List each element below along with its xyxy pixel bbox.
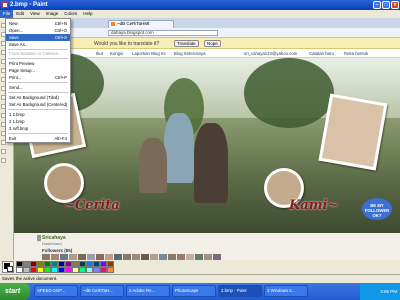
color-swatch[interactable] — [44, 267, 51, 273]
ellipse-tool-icon[interactable] — [1, 149, 6, 154]
menu-item-save[interactable]: Save Ctrl+S — [6, 34, 70, 41]
browser-tab-title: ~dB CeRiTaHMt — [117, 21, 150, 26]
menu-item-from-scanner[interactable]: From Scanner or Camera... — [6, 50, 70, 57]
menu-item-send[interactable]: Send... — [6, 84, 70, 91]
color-swatch[interactable] — [16, 267, 23, 273]
navbar-link: Laporkan Blog Ini — [132, 51, 166, 56]
menu-edit[interactable]: Edit — [13, 10, 27, 18]
taskbar-item[interactable]: 2 Adobe Re... — [126, 285, 170, 297]
rounded-rect-tool-icon[interactable] — [1, 158, 6, 163]
taskbar-item[interactable]: 3 Windows E... — [264, 285, 308, 297]
taskbar-item[interactable]: SPEED-SGP... — [34, 285, 78, 297]
drawing-canvas[interactable]: ~dB CeRiTaHMt dahaya.blogspot.com Would … — [14, 18, 400, 260]
avatar — [37, 235, 41, 241]
current-colors[interactable] — [2, 261, 14, 273]
navbar-link: Reka bentuk — [344, 51, 369, 56]
window-title: 2.bmp - Paint — [10, 2, 48, 8]
menu-item-recent-1[interactable]: 1 2.bmp — [6, 111, 70, 118]
browser-url: dahaya.blogspot.com — [108, 30, 218, 36]
clock: 3:05 PM — [380, 289, 397, 294]
menu-item-print-preview[interactable]: Print Preview — [6, 60, 70, 67]
author-sub: Dashboard — [42, 241, 62, 246]
navbar-link: Blog Seterusnya — [174, 51, 206, 56]
woman-figure — [164, 113, 194, 183]
followers-widget: Sricahaya Dashboard Followers (85) — [14, 233, 400, 260]
menu-help[interactable]: Help — [80, 10, 95, 18]
cerita-title: ~Cerita — [64, 198, 120, 213]
browser-address-bar: dahaya.blogspot.com — [14, 28, 400, 38]
color-swatch[interactable] — [93, 267, 100, 273]
color-swatch[interactable] — [37, 267, 44, 273]
menu-file[interactable]: File — [0, 10, 14, 18]
color-swatch[interactable] — [72, 267, 79, 273]
color-swatch[interactable] — [65, 267, 72, 273]
minimize-button[interactable]: – — [373, 1, 381, 9]
color-swatch[interactable] — [79, 267, 86, 273]
menu-item-recent-2[interactable]: 2 1.bmp — [6, 118, 70, 125]
taskbar-item-active[interactable]: 2.bmp - Paint — [218, 285, 262, 297]
translate-button: Translate — [174, 40, 199, 47]
man-figure — [194, 123, 228, 203]
translate-question: Would you like to translate it? — [94, 41, 160, 47]
status-text: Saves the active document. — [2, 276, 58, 281]
color-swatch[interactable] — [23, 267, 30, 273]
color-swatch[interactable] — [100, 267, 107, 273]
file-menu-dropdown: New Ctrl+N Open... Ctrl+O Save Ctrl+S Save … — [5, 18, 71, 143]
followers-title: Followers (85) — [42, 248, 73, 253]
menu-item-open[interactable]: Open... Ctrl+O — [6, 27, 70, 34]
maximize-button[interactable]: □ — [382, 1, 390, 9]
taskbar-item[interactable]: PhotoScape — [172, 285, 216, 297]
color-swatches — [16, 261, 116, 273]
menubar: File Edit View Image Colors Help — [0, 10, 400, 18]
color-swatch[interactable] — [58, 267, 65, 273]
menu-image[interactable]: Image — [43, 10, 62, 18]
navbar-link: tkut — [96, 51, 103, 56]
blogger-favicon-icon — [111, 22, 115, 26]
status-bar: Saves the active document. — [0, 274, 400, 283]
taskbar: start SPEED-SGP... ~dB CeRiTaH... 2 Adob… — [0, 283, 400, 300]
menu-item-exit[interactable]: Exit Alt+F4 — [6, 135, 70, 142]
round-photo-left — [44, 163, 84, 203]
color-swatch[interactable] — [86, 267, 93, 273]
bag-figure — [139, 138, 167, 193]
color-swatch[interactable] — [51, 267, 58, 273]
menu-item-bg-tiled[interactable]: Set As Background (Tiled) — [6, 94, 70, 101]
kami-title: Kami~ — [289, 198, 339, 213]
system-tray: 3:05 PM — [360, 283, 400, 300]
menu-item-recent-3[interactable]: 3 ruff.bmp — [6, 125, 70, 132]
window-titlebar: 2.bmp - Paint – □ × — [0, 0, 400, 10]
color-swatch[interactable] — [30, 267, 37, 273]
blog-header-photo: ~Cerita Kami~ BE MY FOLLOWER OK? — [14, 53, 400, 233]
background-color — [7, 266, 13, 272]
start-button[interactable]: start — [0, 283, 30, 300]
browser-tabstrip: ~dB CeRiTaHMt — [14, 18, 400, 28]
color-swatch[interactable] — [107, 267, 114, 273]
navbar-link: sri_cahaya123@yahoo.com — [244, 51, 298, 56]
canvas-image-browser: ~dB CeRiTaHMt dahaya.blogspot.com Would … — [14, 18, 400, 260]
menu-item-print[interactable]: Print... Ctrl+P — [6, 74, 70, 81]
menu-view[interactable]: View — [27, 10, 43, 18]
browser-tab: ~dB CeRiTaHMt — [108, 20, 174, 28]
nope-button: Nope — [204, 40, 221, 47]
taskbar-item[interactable]: ~dB CeRiTaH... — [80, 285, 124, 297]
menu-colors[interactable]: Colors — [61, 10, 80, 18]
navbar-link: Kongsi — [110, 51, 124, 56]
navbar-link: Catatan baru — [309, 51, 334, 56]
paint-app-icon — [2, 2, 8, 8]
follower-badge: BE MY FOLLOWER OK? — [362, 198, 392, 220]
child-photo-right — [318, 93, 388, 171]
color-palette — [0, 260, 400, 274]
menu-item-bg-centered[interactable]: Set As Background (Centered) — [6, 101, 70, 108]
translate-bar: Would you like to translate it? Translat… — [14, 38, 400, 49]
menu-item-new[interactable]: New Ctrl+N — [6, 20, 70, 27]
menu-item-save-as[interactable]: Save As... — [6, 41, 70, 48]
close-button[interactable]: × — [391, 1, 399, 9]
menu-item-page-setup[interactable]: Page Setup... — [6, 67, 70, 74]
